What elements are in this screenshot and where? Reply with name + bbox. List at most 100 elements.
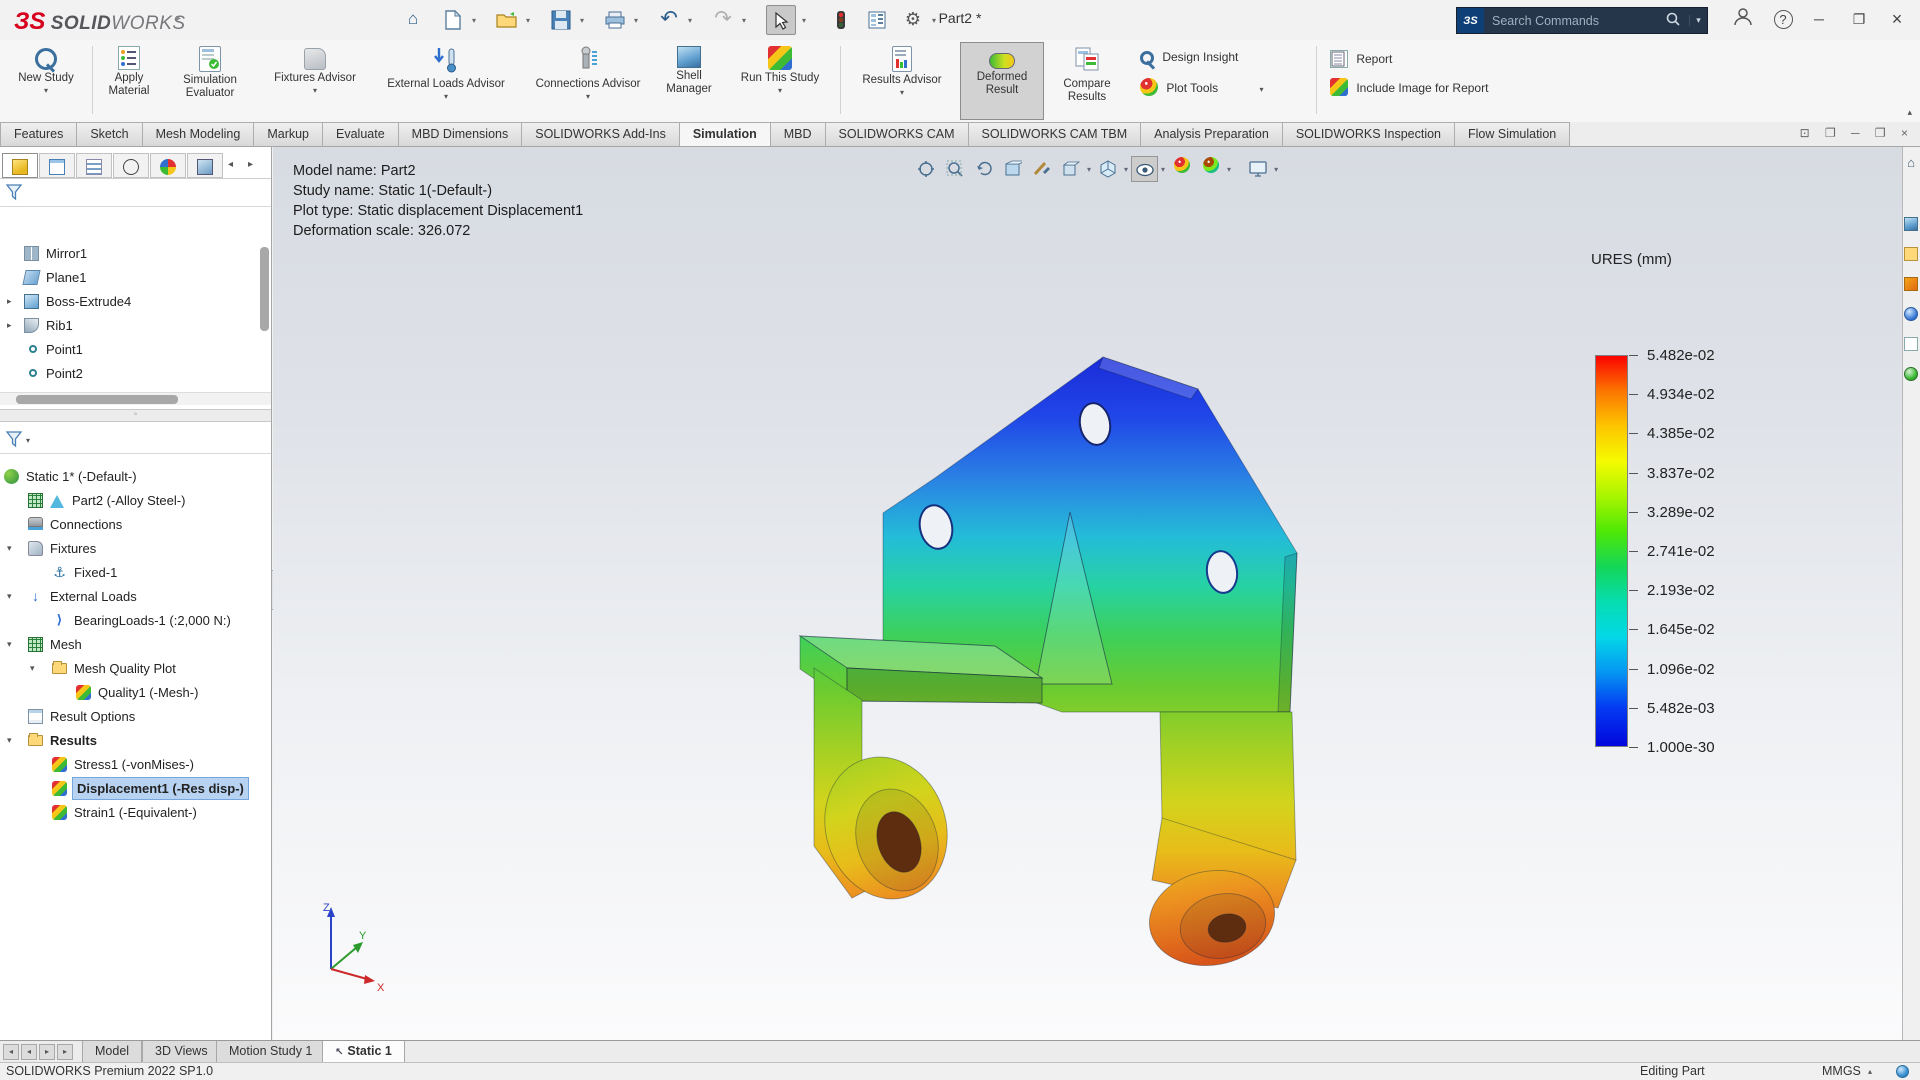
collapse-arrow[interactable]: ▾ [7, 537, 12, 560]
search-commands-box[interactable]: ЗS Search Commands ▾ [1456, 7, 1708, 34]
collapse-arrow[interactable]: ▾ [7, 633, 12, 656]
shell-manager-button[interactable]: Shell Manager [656, 42, 722, 120]
splitter-handle[interactable]: ◦ [134, 409, 138, 420]
next-tab-button[interactable]: ▸ [39, 1044, 55, 1060]
external-loads-caret[interactable]: ▾ [372, 92, 520, 101]
study-item-part2[interactable]: Part2 (-Alloy Steel-) [0, 489, 271, 512]
graphics-viewport[interactable]: Model name: Part2 Study name: Static 1(-… [273, 147, 1902, 1040]
appearances-icon[interactable] [1904, 307, 1918, 321]
pane-display-controls[interactable]: ⊡ ❐ ─ ❐ × [1800, 126, 1914, 140]
tab-solidworks-inspection[interactable]: SOLIDWORKS Inspection [1282, 122, 1455, 146]
file-explorer-icon[interactable] [1904, 247, 1918, 261]
connections-advisor-button[interactable]: Connections Advisor ▾ [524, 42, 652, 120]
tree-item-boss-extrude4[interactable]: ▸ Boss-Extrude4 [0, 290, 271, 313]
globe-icon[interactable] [1896, 1065, 1909, 1078]
feature-tree-hscroll-track[interactable] [0, 392, 271, 405]
tree-item-point1[interactable]: Point1 [0, 338, 271, 361]
account-button[interactable] [1726, 6, 1760, 34]
tree-item-mirror1[interactable]: Mirror1 [0, 242, 271, 265]
tab-solidworks-cam[interactable]: SOLIDWORKS CAM [825, 122, 969, 146]
results-advisor-button[interactable]: Results Advisor ▾ [848, 42, 956, 120]
search-caret[interactable]: ▾ [1689, 15, 1707, 26]
design-insight-button[interactable]: Design Insight [1140, 50, 1238, 74]
prev-tab-button[interactable]: ◂ [21, 1044, 37, 1060]
study-item-static1[interactable]: Static 1* (-Default-) [0, 465, 271, 488]
tree-item-rib1[interactable]: ▸ Rib1 [0, 314, 271, 337]
tab-features[interactable]: Features [0, 122, 77, 146]
custom-properties-icon[interactable] [1904, 337, 1918, 351]
close-button[interactable]: × [1880, 6, 1914, 34]
deformed-result-button[interactable]: Deformed Result [960, 42, 1044, 120]
collapse-ribbon-arrow[interactable]: ▴ [1907, 107, 1912, 118]
results-advisor-caret[interactable]: ▾ [848, 88, 956, 97]
search-input[interactable]: Search Commands [1484, 14, 1665, 28]
connections-caret[interactable]: ▾ [524, 92, 652, 101]
filter-caret[interactable]: ▾ [26, 436, 30, 445]
first-tab-button[interactable]: ◂ [3, 1044, 19, 1060]
plot-tools-caret[interactable]: ▾ [1260, 85, 1264, 94]
study-item-result-options[interactable]: Result Options [0, 705, 271, 728]
tab-flow-simulation[interactable]: Flow Simulation [1454, 122, 1570, 146]
include-image-for-report-button[interactable]: Include Image for Report [1330, 78, 1488, 102]
external-loads-advisor-button[interactable]: External Loads Advisor ▾ [372, 42, 520, 120]
doc-tab-static-1[interactable]: ↖Static 1 [322, 1041, 405, 1063]
tree-item-plane1[interactable]: Plane1 [0, 266, 271, 289]
view-palette-icon[interactable] [1904, 277, 1918, 291]
fixtures-advisor-caret[interactable]: ▾ [262, 86, 368, 95]
doc-tab-model[interactable]: Model [82, 1041, 142, 1063]
tab-solidworks-add-ins[interactable]: SOLIDWORKS Add-Ins [521, 122, 680, 146]
apply-material-button[interactable]: Apply Material [98, 42, 160, 120]
tab-propertymanager[interactable] [39, 153, 75, 178]
minimize-button[interactable]: ─ [1802, 6, 1836, 34]
study-item-fixtures[interactable]: ▾ Fixtures [0, 537, 271, 560]
tab-dimxpertmanager[interactable] [113, 153, 149, 178]
tab-simulation[interactable]: Simulation [679, 122, 771, 146]
study-item-connections[interactable]: Connections [0, 513, 271, 536]
tab-cam-manager[interactable] [187, 153, 223, 178]
study-item-fixed1[interactable]: ⚓ Fixed-1 [0, 561, 271, 584]
study-item-quality1[interactable]: Quality1 (-Mesh-) [0, 681, 271, 704]
filter-funnel-icon[interactable] [6, 431, 23, 451]
tab-mbd[interactable]: MBD [770, 122, 826, 146]
tab-evaluate[interactable]: Evaluate [322, 122, 399, 146]
tab-markup[interactable]: Markup [253, 122, 323, 146]
units-caret[interactable]: ▴ [1868, 1067, 1872, 1076]
search-icon[interactable] [1665, 11, 1689, 30]
panel-splitter[interactable]: ◦ [0, 409, 271, 422]
forum-icon[interactable] [1904, 367, 1918, 381]
plot-tools-button[interactable]: Plot Tools ▾ [1140, 78, 1264, 102]
fixtures-advisor-button[interactable]: Fixtures Advisor ▾ [262, 42, 368, 120]
simulation-evaluator-button[interactable]: Simulation Evaluator [162, 42, 258, 120]
study-item-results[interactable]: ▾ Results [0, 729, 271, 752]
task-pane-home-button[interactable]: ⌂ [1902, 155, 1920, 170]
tab-solidworks-cam-tbm[interactable]: SOLIDWORKS CAM TBM [968, 122, 1142, 146]
study-item-external-loads[interactable]: ▾ ↓ External Loads [0, 585, 271, 608]
study-item-stress1[interactable]: Stress1 (-vonMises-) [0, 753, 271, 776]
tree-tabs-prev-arrow[interactable]: ◂ [228, 159, 233, 170]
doc-tab-motion-study-1[interactable]: Motion Study 1 [216, 1041, 325, 1063]
last-tab-button[interactable]: ▸ [57, 1044, 73, 1060]
new-study-button[interactable]: New Study ▾ [6, 42, 86, 120]
report-button[interactable]: Report [1330, 50, 1392, 74]
expand-arrow[interactable]: ▸ [7, 290, 12, 313]
design-library-icon[interactable] [1904, 217, 1918, 231]
collapse-arrow[interactable]: ▾ [30, 657, 35, 680]
expand-arrow[interactable]: ▸ [7, 314, 12, 337]
restore-button[interactable]: ❐ [1842, 6, 1876, 34]
run-study-caret[interactable]: ▾ [728, 86, 832, 95]
help-button[interactable]: ? [1766, 6, 1800, 34]
doc-tab-3d-views[interactable]: 3D Views [142, 1041, 221, 1063]
collapse-arrow[interactable]: ▾ [7, 585, 12, 608]
study-item-displacement1[interactable]: Displacement1 (-Res disp-) [0, 777, 271, 800]
tab-sketch[interactable]: Sketch [76, 122, 142, 146]
tab-mbd-dimensions[interactable]: MBD Dimensions [398, 122, 523, 146]
study-item-bearingloads1[interactable]: ⟩ BearingLoads-1 (:2,000 N:) [0, 609, 271, 632]
collapse-arrow[interactable]: ▾ [7, 729, 12, 752]
filter-funnel-icon[interactable] [6, 184, 23, 204]
study-item-mesh-quality-plot[interactable]: ▾ Mesh Quality Plot [0, 657, 271, 680]
study-item-strain1[interactable]: Strain1 (-Equivalent-) [0, 801, 271, 824]
new-study-caret[interactable]: ▾ [6, 86, 86, 95]
tab-displaymanager[interactable] [150, 153, 186, 178]
tab-analysis-preparation[interactable]: Analysis Preparation [1140, 122, 1283, 146]
study-item-mesh[interactable]: ▾ Mesh [0, 633, 271, 656]
